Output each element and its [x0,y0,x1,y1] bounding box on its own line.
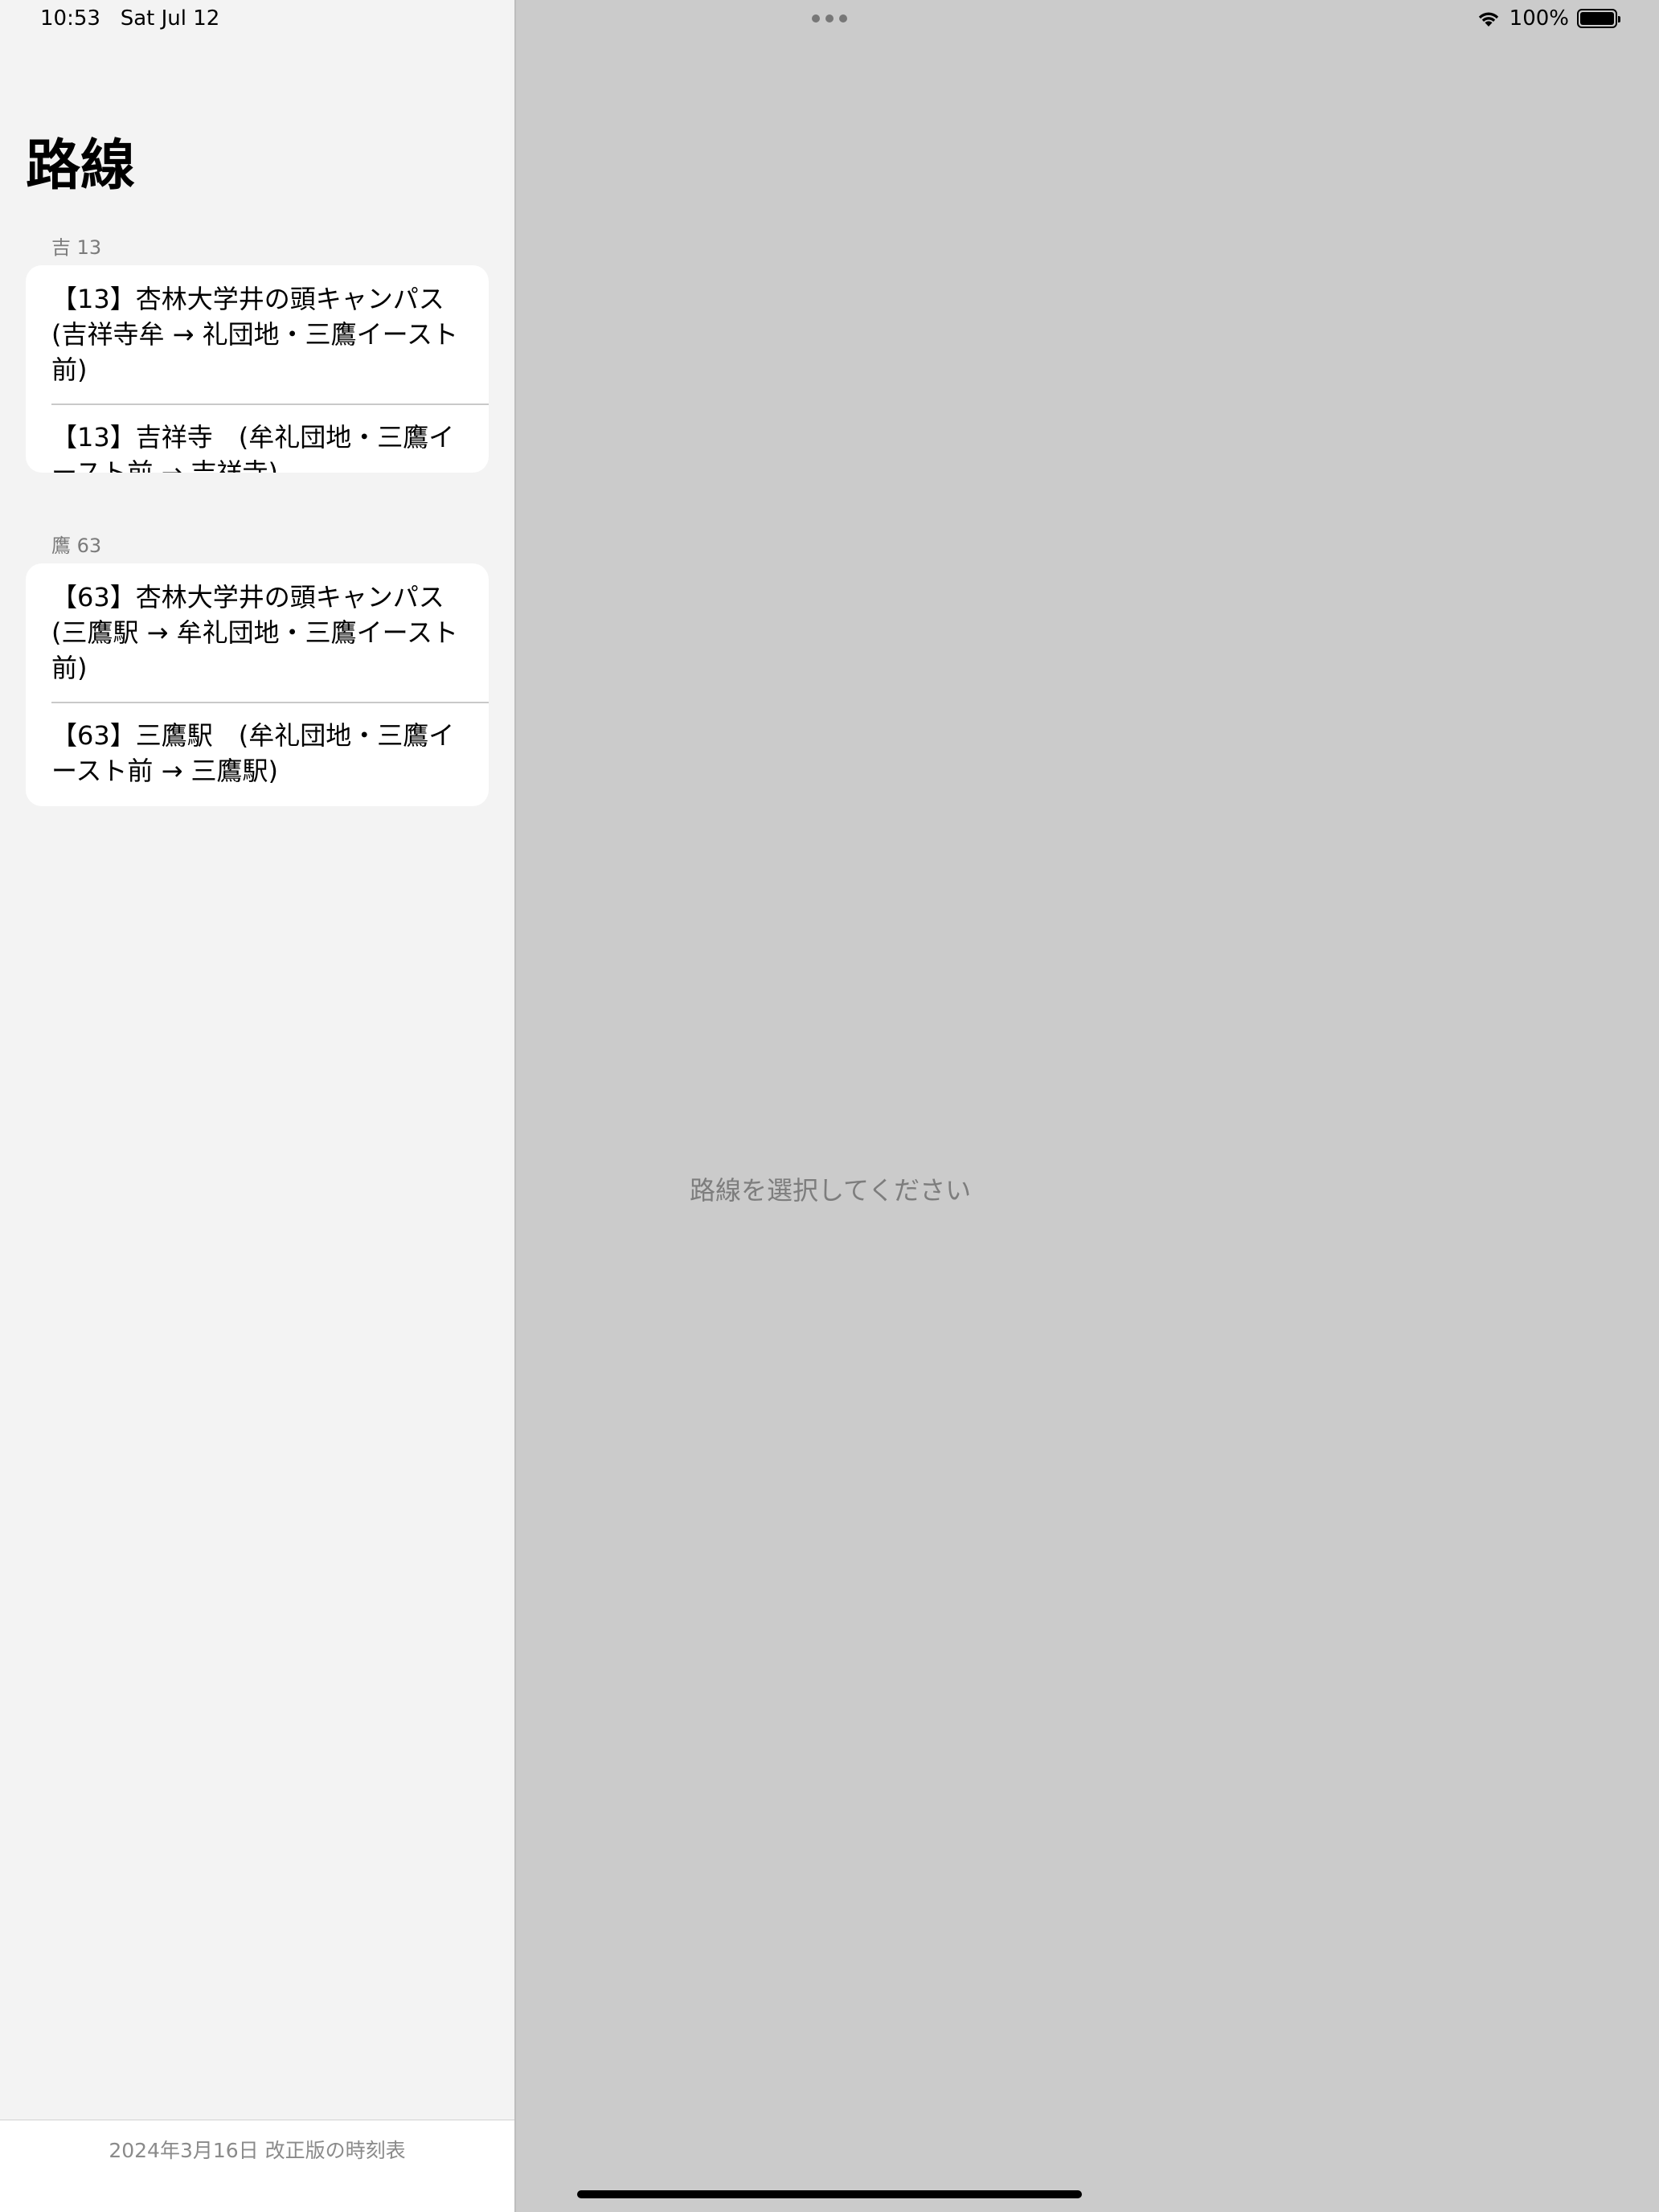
timetable-version-note: 2024年3月16日 改正版の時刻表 [109,2139,406,2162]
route-item-63-kyorin[interactable]: 【63】杏林大学井の頭キャンパス (三鷹駅 → 牟礼団地・三鷹イースト前) [26,563,489,702]
detail-pane [516,0,1659,2212]
section-header-kichi13: 吉 13 [51,236,102,259]
battery-icon [1577,9,1620,28]
route-list-taka63: 【63】杏林大学井の頭キャンパス (三鷹駅 → 牟礼団地・三鷹イースト前) 【6… [26,563,489,806]
section-header-taka63: 鷹 63 [51,535,102,557]
sidebar: 10:53 Sat Jul 12 路線 吉 13 【13】杏林大学井の頭キャンパ… [0,0,514,2212]
route-item-63-mitaka[interactable]: 【63】三鷹駅 (牟礼団地・三鷹イースト前 → 三鷹駅) [26,702,489,805]
route-item-13-kyorin[interactable]: 【13】杏林大学井の頭キャンパス (吉祥寺牟 → 礼団地・三鷹イースト前) [26,265,489,403]
route-item-13-kichijoji[interactable]: 【13】吉祥寺 (牟礼団地・三鷹イースト前 → 吉祥寺) [26,403,489,473]
sidebar-footer: 2024年3月16日 改正版の時刻表 [0,2120,514,2212]
wifi-icon [1478,12,1498,27]
status-time-date: 10:53 Sat Jul 12 [40,6,219,31]
route-item-label: 【13】杏林大学井の頭キャンパス (吉祥寺牟 → 礼団地・三鷹イースト前) [51,284,459,385]
battery-percentage: 100% [1509,6,1569,31]
status-time: 10:53 [40,6,100,31]
app-screen: 10:53 Sat Jul 12 路線 吉 13 【13】杏林大学井の頭キャンパ… [0,0,1659,2212]
status-indicators: 100% [1476,5,1620,32]
multitasking-dots-icon[interactable] [812,14,847,23]
page-title: 路線 [26,134,136,198]
route-item-label: 【63】杏林大学井の頭キャンパス (三鷹駅 → 牟礼団地・三鷹イースト前) [51,582,459,683]
empty-state-message: 路線を選択してください [690,1175,972,1206]
route-item-label: 【13】吉祥寺 (牟礼団地・三鷹イースト前 → 吉祥寺) [51,422,455,473]
route-list-kichi13: 【13】杏林大学井の頭キャンパス (吉祥寺牟 → 礼団地・三鷹イースト前) 【1… [26,265,489,473]
route-item-label: 【63】三鷹駅 (牟礼団地・三鷹イースト前 → 三鷹駅) [51,720,455,786]
status-date: Sat Jul 12 [120,6,220,31]
home-indicator[interactable] [577,2190,1082,2198]
